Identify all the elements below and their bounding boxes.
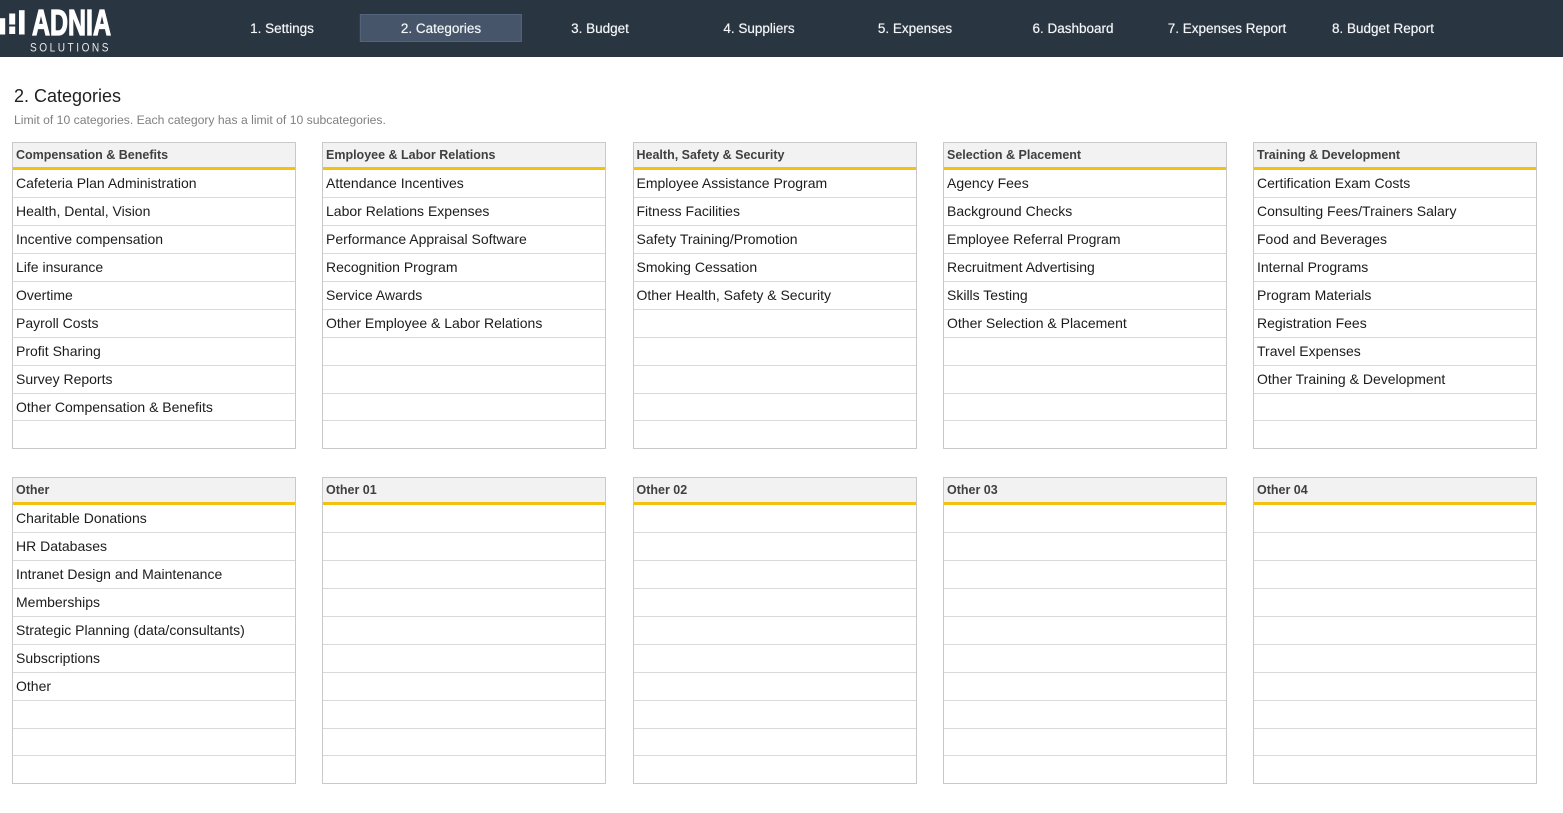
svg-text:SOLUTIONS: SOLUTIONS <box>30 41 111 55</box>
svg-text:ADNIA: ADNIA <box>32 2 111 43</box>
